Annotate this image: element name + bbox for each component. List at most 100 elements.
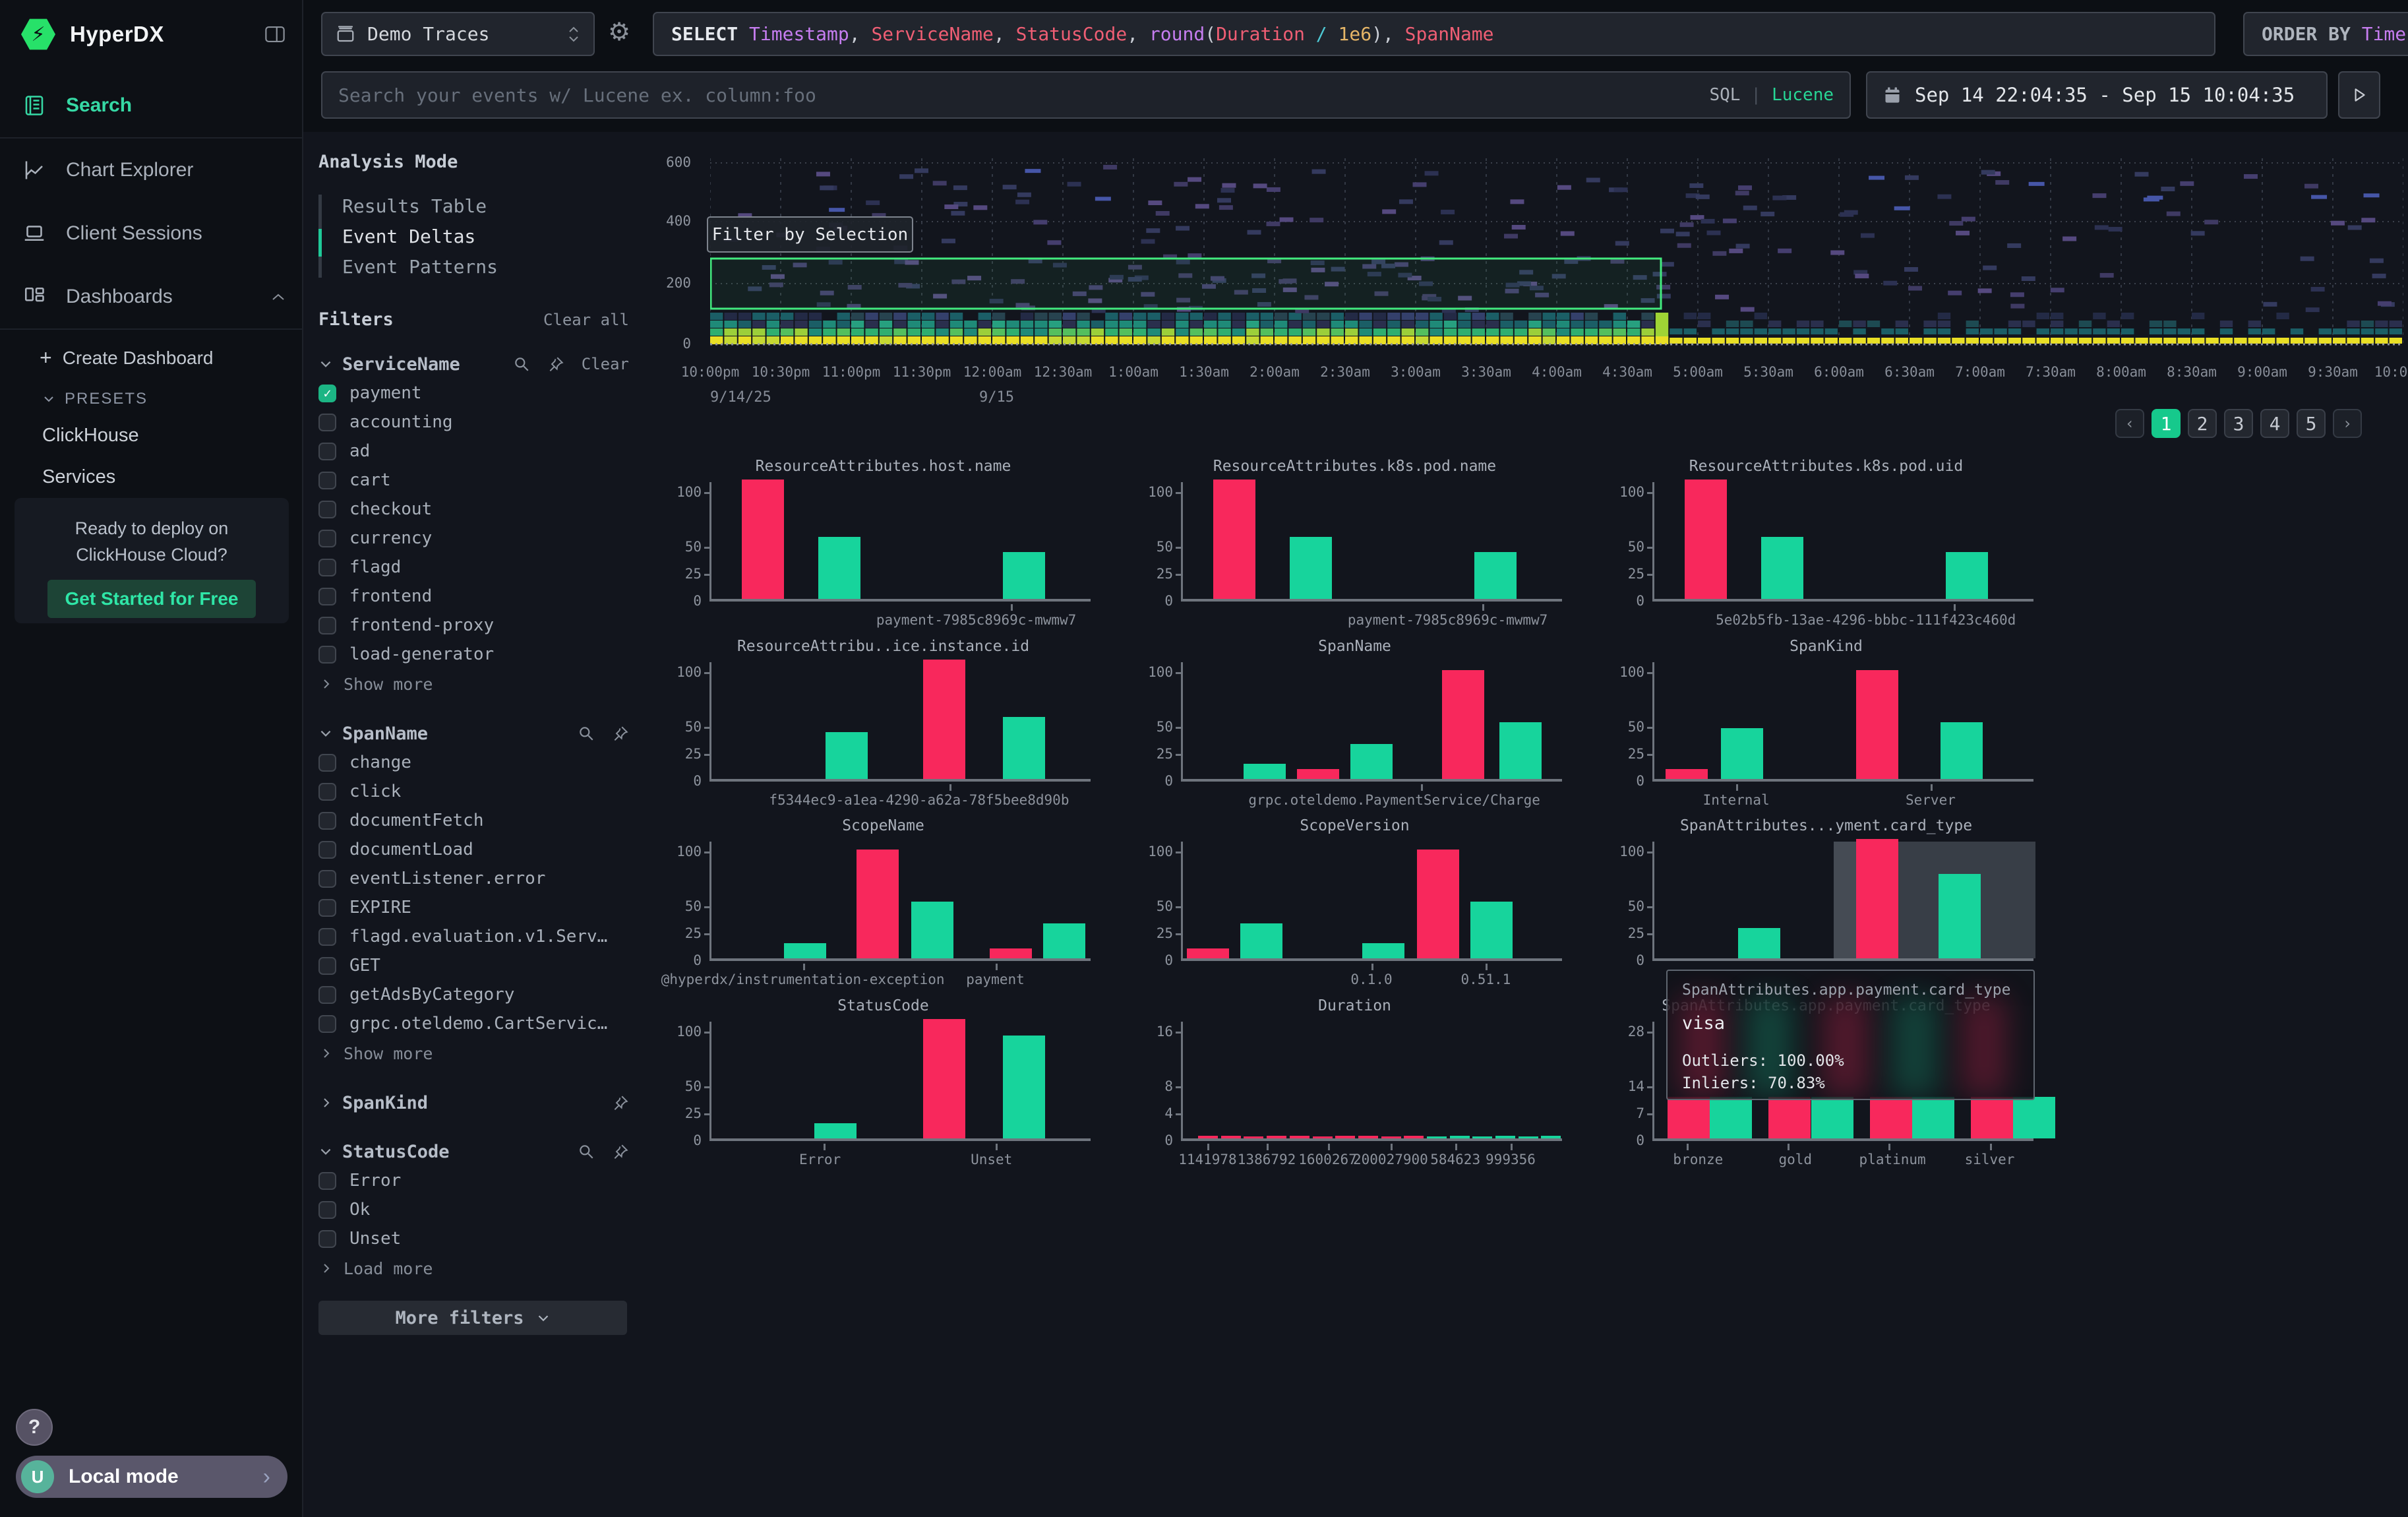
bar[interactable]: [1666, 769, 1708, 779]
filter-checkbox-grpc-oteldemo-CartServic-[interactable]: grpc.oteldemo.CartServic…: [318, 1009, 629, 1038]
get-started-button[interactable]: Get Started for Free: [47, 580, 256, 618]
chart-plot[interactable]: [1181, 482, 1562, 602]
checkbox[interactable]: [318, 899, 336, 917]
bar[interactable]: [1971, 1097, 2013, 1138]
pagination-page-3[interactable]: 3: [2224, 409, 2253, 438]
pin-icon[interactable]: [547, 356, 564, 373]
pin-icon[interactable]: [612, 1094, 629, 1111]
filter-checkbox-getAdsByCategory[interactable]: getAdsByCategory: [318, 980, 629, 1009]
bar[interactable]: [1187, 948, 1229, 958]
checkbox[interactable]: [318, 1230, 336, 1248]
filter-checkbox-GET[interactable]: GET: [318, 951, 629, 980]
pagination-page-5[interactable]: 5: [2297, 409, 2326, 438]
checkbox[interactable]: [318, 588, 336, 605]
chart-plot[interactable]: [1652, 842, 2033, 961]
bar[interactable]: [1297, 769, 1339, 779]
pagination-next[interactable]: ›: [2333, 409, 2362, 438]
chart-plot[interactable]: [709, 842, 1091, 961]
more-filters-button[interactable]: More filters: [318, 1301, 627, 1335]
search-icon[interactable]: [578, 1143, 595, 1160]
bar[interactable]: [1912, 1097, 1954, 1138]
chart-plot[interactable]: [1652, 482, 2033, 602]
checkbox[interactable]: [318, 754, 336, 772]
checkbox[interactable]: [318, 986, 336, 1004]
checkbox[interactable]: [318, 617, 336, 635]
bar[interactable]: [1290, 537, 1332, 599]
chart-r4c1[interactable]: StatusCode10050250ErrorUnset: [676, 997, 1091, 1177]
filter-checkbox-Ok[interactable]: Ok: [318, 1195, 629, 1224]
bar[interactable]: [1417, 850, 1459, 958]
preset-clickhouse[interactable]: ClickHouse: [0, 415, 302, 456]
bar[interactable]: [1244, 1136, 1263, 1138]
bar[interactable]: [1811, 1097, 1853, 1138]
show-more-button[interactable]: Show more: [318, 1038, 629, 1068]
pagination-page-2[interactable]: 2: [2188, 409, 2217, 438]
checkbox[interactable]: ✓: [318, 385, 336, 402]
pin-icon[interactable]: [612, 725, 629, 742]
bar[interactable]: [1003, 552, 1045, 599]
bar[interactable]: [1939, 874, 1981, 958]
search-icon[interactable]: [578, 725, 595, 742]
bar[interactable]: [1043, 923, 1085, 958]
chart-r1c3[interactable]: ResourceAttributes.k8s.pod.uid100502505e…: [1619, 458, 2033, 638]
filter-checkbox-cart[interactable]: cart: [318, 466, 629, 495]
bar[interactable]: [1240, 923, 1282, 958]
bar[interactable]: [1358, 1136, 1378, 1138]
bar[interactable]: [1362, 943, 1404, 958]
bar[interactable]: [857, 850, 899, 958]
bar[interactable]: [1213, 480, 1255, 599]
bar[interactable]: [2013, 1097, 2055, 1138]
checkbox[interactable]: [318, 870, 336, 888]
checkbox[interactable]: [318, 530, 336, 547]
filter-checkbox-Unset[interactable]: Unset: [318, 1224, 629, 1253]
filter-checkbox-documentLoad[interactable]: documentLoad: [318, 835, 629, 864]
bar[interactable]: [784, 943, 826, 958]
filter-checkbox-ad[interactable]: ad: [318, 437, 629, 466]
bar[interactable]: [1941, 722, 1983, 779]
chart-r2c1[interactable]: ResourceAttribu..ice.instance.id10050250…: [676, 638, 1091, 818]
bar[interactable]: [1710, 1097, 1752, 1138]
analysis-mode-results-table[interactable]: Results Table: [332, 191, 629, 221]
bar[interactable]: [1495, 1136, 1515, 1138]
checkbox[interactable]: [318, 443, 336, 460]
search-input[interactable]: [338, 84, 1709, 106]
filter-checkbox-EXPIRE[interactable]: EXPIRE: [318, 893, 629, 922]
chart-r3c1[interactable]: ScopeName10050250@hyperdx/instrumentatio…: [676, 817, 1091, 997]
order-by-editor[interactable]: ORDER BY Timestamp DESC: [2243, 12, 2408, 56]
bar[interactable]: [1472, 1136, 1492, 1138]
filter-checkbox-click[interactable]: click: [318, 777, 629, 806]
filter-group-header-StatusCode[interactable]: StatusCode: [318, 1137, 629, 1166]
chart-r2c3[interactable]: SpanKind10050250InternalServer: [1619, 638, 2033, 818]
filter-group-header-SpanName[interactable]: SpanName: [318, 719, 629, 748]
chart-plot[interactable]: [1181, 1022, 1562, 1141]
chart-r1c2[interactable]: ResourceAttributes.k8s.pod.name10050250p…: [1147, 458, 1562, 638]
run-query-button[interactable]: [2338, 71, 2380, 119]
source-select[interactable]: Demo Traces: [321, 12, 595, 56]
bar[interactable]: [1474, 552, 1517, 599]
checkbox[interactable]: [318, 957, 336, 975]
bar[interactable]: [1856, 670, 1898, 779]
checkbox[interactable]: [318, 1172, 336, 1190]
presets-toggle[interactable]: PRESETS: [0, 381, 302, 415]
filter-checkbox-documentFetch[interactable]: documentFetch: [318, 806, 629, 835]
chart-plot[interactable]: [709, 1022, 1091, 1141]
bar[interactable]: [1738, 928, 1780, 958]
bar[interactable]: [1499, 722, 1542, 779]
filter-group-header-SpanKind[interactable]: SpanKind: [318, 1088, 629, 1117]
bar[interactable]: [1721, 728, 1763, 779]
checkbox[interactable]: [318, 812, 336, 830]
load-more-button[interactable]: Load more: [318, 1253, 629, 1284]
bar[interactable]: [1313, 1136, 1333, 1138]
bar[interactable]: [1290, 1136, 1309, 1138]
bar[interactable]: [1003, 717, 1045, 779]
heatmap-selection[interactable]: [711, 259, 1661, 309]
chart-r4c2[interactable]: Duration16840114197813867921600267200027…: [1147, 997, 1562, 1177]
help-button[interactable]: ?: [16, 1409, 53, 1446]
bar[interactable]: [1761, 537, 1803, 599]
sql-select-editor[interactable]: SELECT Timestamp, ServiceName, StatusCod…: [653, 12, 2215, 56]
bar[interactable]: [1404, 1136, 1424, 1138]
bar[interactable]: [1685, 480, 1727, 599]
bar[interactable]: [1381, 1136, 1401, 1138]
clear-filter-button[interactable]: Clear: [582, 355, 629, 373]
bar[interactable]: [1450, 1136, 1470, 1138]
